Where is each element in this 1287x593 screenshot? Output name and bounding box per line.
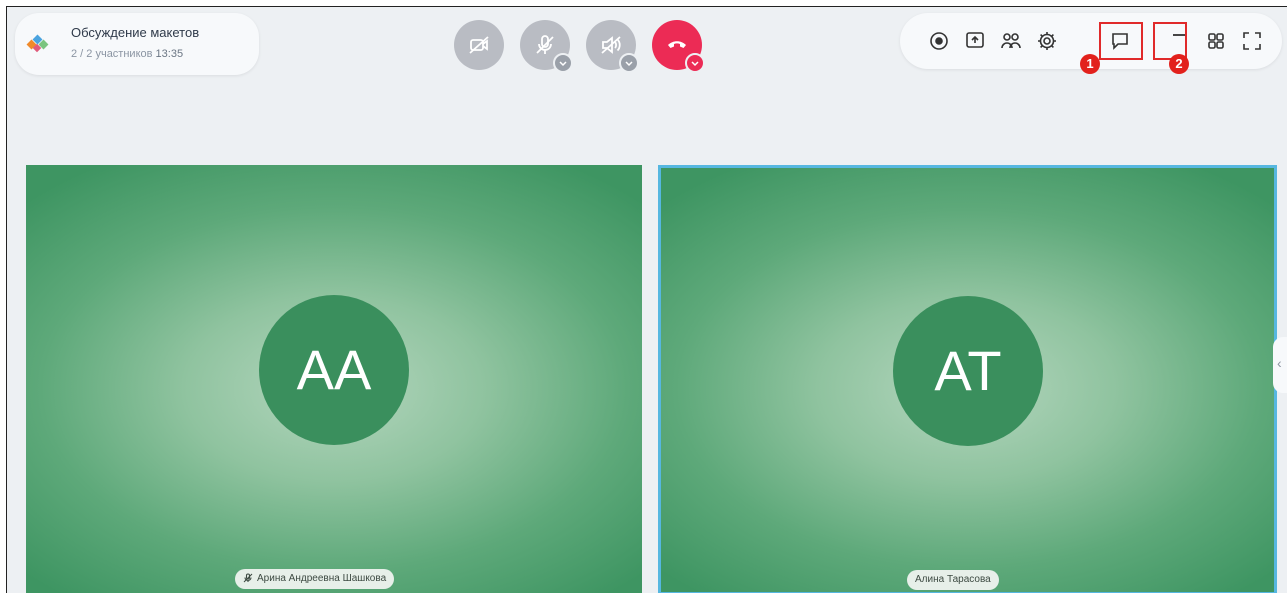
avatar: АА	[259, 295, 409, 445]
participant-name-tag: Алина Тарасова	[907, 570, 999, 590]
speaker-off-icon	[601, 36, 621, 54]
speaker-off-button[interactable]	[586, 20, 639, 73]
grid-icon	[1208, 33, 1224, 49]
app-logo-icon	[26, 34, 49, 53]
microphone-off-icon	[243, 573, 253, 583]
avatar: АТ	[893, 296, 1043, 446]
chat-highlight-box	[1099, 22, 1143, 60]
record-icon	[930, 32, 948, 50]
meeting-info-card: Обсуждение макетов 2 / 2 участников 13:3…	[15, 13, 259, 75]
participants-button[interactable]	[997, 27, 1025, 55]
layout-grid-button[interactable]	[1202, 27, 1230, 55]
fullscreen-icon	[1243, 32, 1261, 50]
camera-off-button[interactable]	[454, 20, 504, 70]
participants-count: 2 / 2 участников	[71, 48, 153, 60]
fullscreen-button[interactable]	[1238, 27, 1266, 55]
participant-name: Арина Андреевна Шашкова	[257, 573, 387, 584]
participant-name-tag: Арина Андреевна Шашкова	[235, 569, 395, 589]
phone-hangup-icon	[668, 41, 686, 48]
microphone-off-button[interactable]	[520, 20, 573, 73]
gear-icon	[1038, 32, 1056, 50]
speaker-options-toggle[interactable]	[619, 53, 639, 73]
microphone-options-toggle[interactable]	[553, 53, 573, 73]
participant-tile-active-speaker[interactable]: АТ Алина Тарасова	[658, 165, 1277, 593]
participant-name: Алина Тарасова	[915, 574, 991, 585]
meeting-status: 2 / 2 участников 13:35	[71, 48, 183, 60]
screen-share-button[interactable]	[961, 27, 989, 55]
call-controls	[454, 20, 714, 76]
record-button[interactable]	[925, 27, 953, 55]
camera-off-icon	[469, 36, 489, 54]
screen-share-icon	[966, 32, 984, 48]
side-panel-toggle[interactable]: ‹	[1273, 337, 1287, 393]
hang-up-options-toggle[interactable]	[685, 53, 705, 73]
settings-button[interactable]	[1033, 27, 1061, 55]
participants-icon	[1001, 33, 1021, 49]
meeting-timer: 13:35	[155, 48, 184, 60]
chevron-down-icon	[559, 61, 567, 67]
annotation-marker-1: 1	[1080, 54, 1100, 74]
conference-window: Обсуждение макетов 2 / 2 участников 13:3…	[6, 6, 1287, 593]
microphone-off-icon	[536, 35, 554, 54]
meeting-title: Обсуждение макетов	[71, 25, 200, 40]
hang-up-button[interactable]	[652, 20, 705, 73]
chevron-down-icon	[625, 61, 633, 67]
annotation-marker-2: 2	[1169, 54, 1189, 74]
participant-tile[interactable]: АА Арина Андреевна Шашкова	[26, 165, 642, 593]
chevron-down-icon	[691, 61, 699, 67]
chevron-left-icon: ‹	[1277, 355, 1282, 371]
